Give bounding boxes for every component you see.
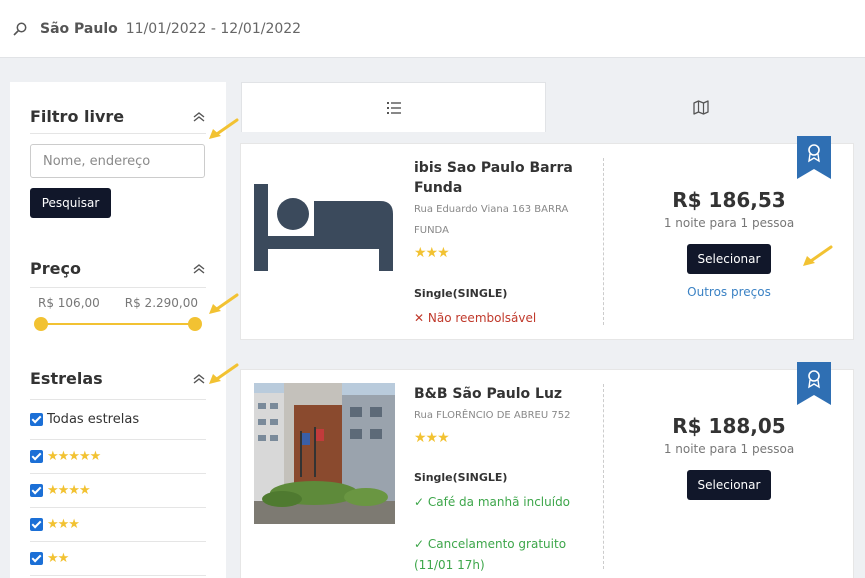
price-range-labels: R$ 106,00 R$ 2.290,00 [30,296,206,310]
slider-max-handle[interactable] [188,317,202,331]
chevron-up-icon[interactable] [192,110,206,124]
condition-text: Cancelamento gratuito (11/01 17h) [414,537,567,572]
checkbox-checked[interactable] [30,552,43,565]
map-icon [693,99,709,115]
annotation-arrow-icon [209,293,239,314]
price-basis: 1 noite para 1 pessoa [663,216,795,230]
hotel-name[interactable]: ibis Sao Paulo Barra Funda [414,158,589,198]
search-dates: 11/01/2022 - 12/01/2022 [125,20,302,37]
hotel-card: B&B São Paulo Luz Rua FLORÊNCIO DE ABREU… [240,362,854,578]
checkbox-checked[interactable] [30,450,43,463]
condition-text: Café da manhã incluído [427,495,571,509]
search-city: São Paulo [40,20,118,37]
chevron-up-icon[interactable] [192,372,206,386]
annotation-arrow-icon [209,363,239,384]
checkbox-checked[interactable] [30,518,43,531]
cancellation-policy: ✕ Não reembolsável [414,308,594,329]
condition-text: Não reembolsável [427,311,537,325]
view-tabs [241,82,865,132]
select-button[interactable]: Selecionar [687,244,771,274]
list-icon [386,101,401,114]
select-button[interactable]: Selecionar [687,470,771,500]
other-prices-link[interactable]: Outros preços [604,285,854,299]
annotation-arrow-icon [803,245,833,266]
star-rating: ★★★★ [47,483,91,498]
stars-all-label: Todas estrelas [47,412,140,427]
price-filter-header[interactable]: Preço [30,250,206,288]
tab-list-view[interactable] [241,82,546,132]
price-min-label: R$ 106,00 [38,296,100,310]
room-type: Single(SINGLE) [414,471,508,484]
hotel-name[interactable]: B&B São Paulo Luz [414,384,589,404]
hotel-photo [254,383,395,524]
stars-option-3[interactable]: ★★★ [30,508,206,542]
slider-min-handle[interactable] [34,317,48,331]
search-button[interactable]: Pesquisar [30,188,111,218]
cancellation-condition: ✓ Cancelamento gratuito (11/01 17h) [414,534,594,576]
stars-filter-header[interactable]: Estrelas [30,358,206,400]
check-icon: ✓ [414,537,425,551]
breakfast-condition: ✓ Café da manhã incluído [414,492,594,513]
price-block: R$ 188,05 1 noite para 1 pessoa Selecion… [604,414,854,500]
stars-option-4[interactable]: ★★★★ [30,474,206,508]
hotel-search-input[interactable] [30,144,205,178]
star-rating: ★★★ [47,517,80,532]
price-max-label: R$ 2.290,00 [124,296,198,310]
cross-icon: ✕ [414,311,425,325]
nightly-price: R$ 186,53 [672,188,786,212]
stars-filter-title: Estrelas [30,369,103,388]
badge-ribbon-icon [797,362,831,405]
nightly-price: R$ 188,05 [672,414,786,438]
price-basis: 1 noite para 1 pessoa [663,442,795,456]
stars-option-5[interactable]: ★★★★★ [30,440,206,474]
bed-placeholder-image [254,184,393,271]
hotel-card: ibis Sao Paulo Barra Funda Rua Eduardo V… [240,136,854,340]
filters-sidebar: Filtro livre Pesquisar Preço R$ 106,00 R… [10,82,226,578]
stars-option-2[interactable]: ★★ [30,542,206,576]
checkbox-checked[interactable] [30,484,43,497]
search-summary-bar[interactable]: São Paulo 11/01/2022 - 12/01/2022 [0,0,865,58]
hotel-star-rating: ★★★ [414,245,450,261]
checkbox-checked[interactable] [30,413,43,426]
search-icon [13,22,27,36]
star-rating: ★★ [47,551,69,566]
annotation-arrow-icon [209,118,239,139]
price-filter-title: Preço [30,259,81,278]
free-filter-title: Filtro livre [30,107,125,126]
room-type: Single(SINGLE) [414,287,508,300]
star-rating: ★★★★★ [47,449,101,464]
tab-map-view[interactable] [546,82,856,132]
badge-ribbon-icon [797,136,831,179]
slider-track [41,323,195,325]
free-filter-header[interactable]: Filtro livre [30,100,206,134]
hotel-address: Rua FLORÊNCIO DE ABREU 752 [414,410,571,421]
chevron-up-icon[interactable] [192,262,206,276]
check-icon: ✓ [414,495,425,509]
hotel-address: Rua Eduardo Viana 163 BARRA FUNDA [414,204,569,236]
price-range-slider[interactable] [30,314,206,334]
hotel-star-rating: ★★★ [414,430,450,446]
stars-option-all[interactable]: Todas estrelas [30,400,206,440]
